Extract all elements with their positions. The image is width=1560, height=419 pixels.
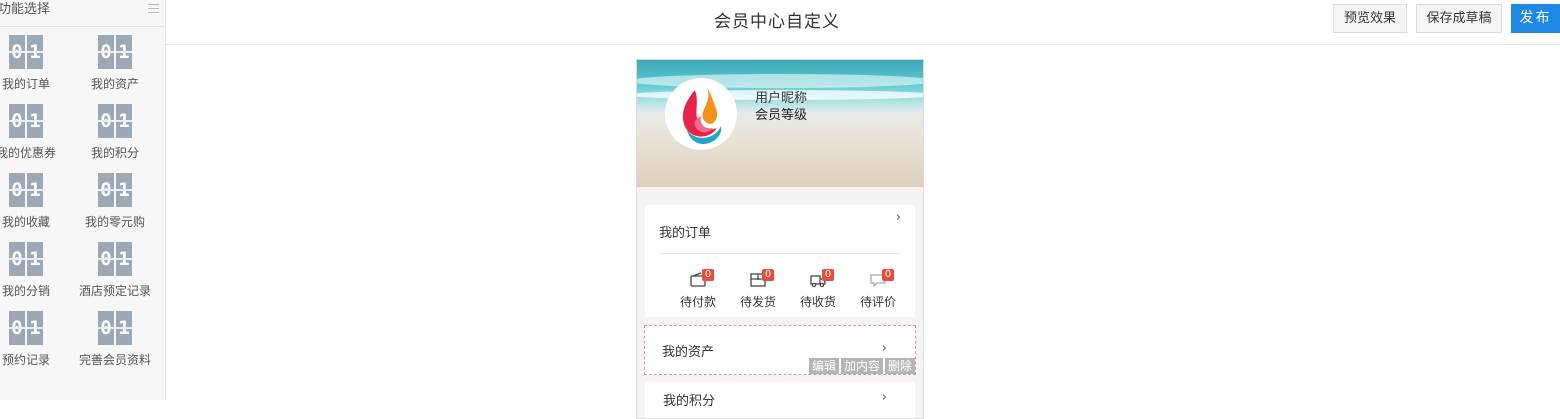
module-toolbar: 编辑 加内容 删除 — [807, 358, 915, 374]
avatar[interactable] — [665, 78, 737, 150]
publish-button[interactable]: 发布 — [1511, 4, 1560, 33]
status-pending-review[interactable]: 0 待评价 — [850, 269, 906, 315]
page-title: 会员中心自定义 — [714, 12, 840, 32]
preview-button[interactable]: 预览效果 — [1333, 4, 1407, 33]
component-tile[interactable]: 0 1 我的分销 — [0, 242, 69, 302]
counter-icon: 01 — [98, 173, 132, 207]
component-tile[interactable]: 0 1 我的积分 — [72, 104, 158, 164]
counter-digit: 0 — [9, 242, 25, 276]
component-tile[interactable]: 0 1 我的订单 — [0, 35, 69, 95]
component-label: 我的资产 — [90, 77, 139, 91]
counter-digit: 1 — [27, 173, 43, 207]
counter-digit: 0 — [9, 104, 25, 138]
component-label: 我的订单 — [1, 77, 50, 91]
counter-digit: 0 — [98, 242, 114, 276]
add-content-button[interactable]: 加内容 — [840, 358, 883, 374]
component-tile[interactable]: 0 1 我的优惠券 — [0, 104, 69, 164]
chevron-right-icon: › — [881, 390, 887, 405]
counter-digit: 1 — [116, 242, 132, 276]
status-label: 待评价 — [859, 295, 896, 309]
counter-icon: 01 — [9, 35, 43, 69]
counter-digit: 0 — [9, 311, 25, 345]
component-sidebar: 功能选择 0 1 我的订单 0 1 我的资产 0 1 我的优惠券 0 1 我的积分 0 1 我的收藏 0 1 我的… — [0, 0, 166, 400]
assets-card[interactable]: 我的资产 › 编辑 加内容 删除 — [644, 325, 916, 375]
counter-icon: 01 — [98, 242, 132, 276]
status-pending-shipment[interactable]: 0 待发货 — [730, 269, 786, 315]
component-label: 我的积分 — [90, 146, 139, 160]
component-tile[interactable]: 0 1 我的资产 — [72, 35, 158, 95]
counter-digit: 1 — [27, 104, 43, 138]
counter-digit: 1 — [116, 35, 132, 69]
counter-icon: 01 — [9, 104, 43, 138]
status-label: 待收货 — [799, 295, 836, 309]
sidebar-title: 功能选择 — [0, 0, 164, 27]
sidebar-title-text: 功能选择 — [0, 2, 51, 17]
component-label: 我的收藏 — [1, 215, 50, 229]
component-tile[interactable]: 0 1 完善会员资料 — [72, 311, 158, 371]
counter-digit: 1 — [116, 104, 132, 138]
count-badge: 0 — [882, 269, 894, 281]
component-label: 我的零元购 — [84, 215, 145, 229]
orders-card[interactable]: 我的订单 › 0 待付款 0 待发货 0 待收货 0 待评价 — [645, 205, 915, 317]
counter-digit: 0 — [9, 173, 25, 207]
component-tile[interactable]: 0 1 我的零元购 — [72, 173, 158, 233]
count-badge: 0 — [822, 269, 834, 281]
counter-icon: 01 — [98, 104, 132, 138]
component-label: 预约记录 — [1, 353, 50, 367]
divider — [659, 253, 901, 254]
counter-digit: 1 — [27, 311, 43, 345]
counter-digit: 1 — [116, 173, 132, 207]
status-label: 待发货 — [739, 295, 776, 309]
component-tile[interactable]: 0 1 预约记录 — [0, 311, 69, 371]
save-draft-button[interactable]: 保存成草稿 — [1416, 4, 1502, 33]
counter-digit: 0 — [98, 35, 114, 69]
count-badge: 0 — [762, 269, 774, 281]
member-banner[interactable]: 用户昵称 会员等级 — [637, 60, 923, 187]
counter-digit: 1 — [116, 311, 132, 345]
status-pending-payment[interactable]: 0 待付款 — [670, 269, 726, 315]
counter-digit: 0 — [98, 173, 114, 207]
counter-icon: 01 — [9, 173, 43, 207]
component-label: 酒店预定记录 — [78, 284, 151, 298]
component-label: 我的优惠券 — [0, 146, 56, 160]
logo-icon — [682, 88, 722, 144]
status-pending-receipt[interactable]: 0 待收货 — [790, 269, 846, 315]
counter-digit: 0 — [98, 104, 114, 138]
chevron-right-icon: › — [895, 210, 901, 225]
list-icon[interactable] — [148, 4, 159, 13]
phone-preview: 用户昵称 会员等级 我的订单 › 0 待付款 0 待发货 0 待收货 0 待评价… — [636, 59, 924, 419]
component-label: 完善会员资料 — [78, 353, 151, 367]
counter-digit: 1 — [27, 35, 43, 69]
chevron-right-icon: › — [881, 341, 887, 356]
component-tile[interactable]: 0 1 我的收藏 — [0, 173, 69, 233]
counter-digit: 0 — [9, 35, 25, 69]
counter-icon: 01 — [98, 311, 132, 345]
orders-title: 我的订单 — [659, 226, 712, 241]
component-label: 我的分销 — [1, 284, 50, 298]
assets-title: 我的资产 — [662, 345, 715, 360]
count-badge: 0 — [702, 269, 714, 281]
status-label: 待付款 — [679, 295, 716, 309]
delete-button[interactable]: 删除 — [884, 358, 915, 374]
edit-button[interactable]: 编辑 — [808, 358, 839, 374]
component-tile[interactable]: 0 1 酒店预定记录 — [72, 242, 158, 302]
counter-digit: 0 — [98, 311, 114, 345]
counter-icon: 01 — [9, 311, 43, 345]
member-level: 会员等级 — [755, 108, 808, 123]
counter-icon: 01 — [98, 35, 132, 69]
counter-digit: 1 — [27, 242, 43, 276]
points-card[interactable]: 我的积分 › — [645, 382, 915, 418]
counter-icon: 01 — [9, 242, 43, 276]
